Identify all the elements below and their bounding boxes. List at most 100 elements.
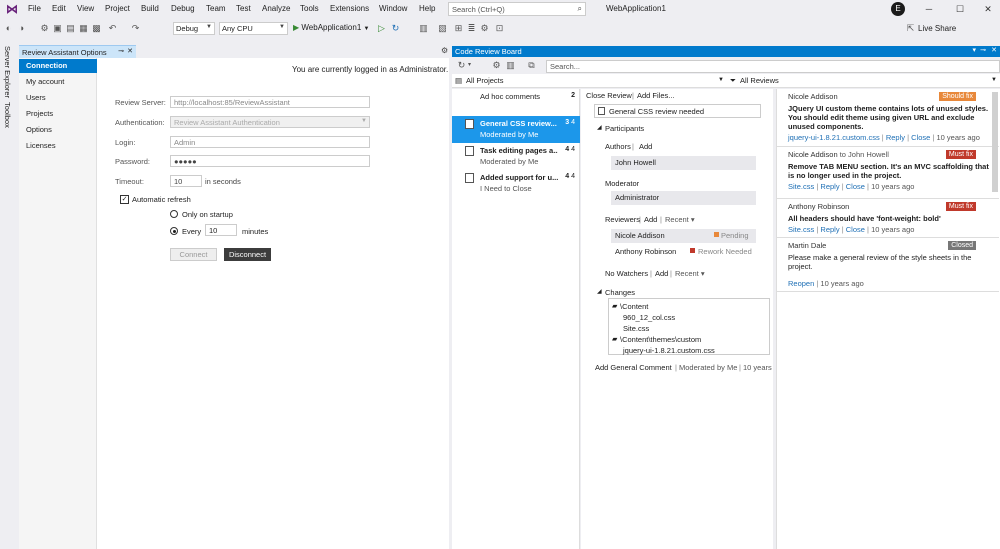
- pin-icon[interactable]: ⊸: [118, 47, 124, 55]
- change-file[interactable]: jquery-ui-1.8.21.custom.css: [623, 346, 715, 355]
- nav-options[interactable]: Options: [19, 123, 97, 137]
- layout-icon[interactable]: ⊞: [453, 23, 464, 34]
- add-files-link[interactable]: Add Files...: [637, 91, 675, 100]
- menu-edit[interactable]: Edit: [52, 4, 66, 13]
- login-input[interactable]: Admin: [170, 136, 370, 148]
- pin-icon[interactable]: ⊸: [980, 46, 986, 54]
- change-folder[interactable]: \Content: [620, 302, 648, 311]
- add-general-comment-link[interactable]: Add General Comment: [595, 363, 672, 372]
- change-file[interactable]: Site.css: [623, 324, 649, 333]
- review-gear-icon[interactable]: ⚙: [479, 23, 490, 34]
- menu-analyze[interactable]: Analyze: [262, 4, 290, 13]
- menu-window[interactable]: Window: [379, 4, 407, 13]
- search-input[interactable]: Search (Ctrl+Q) ⌕: [448, 2, 586, 16]
- list-item[interactable]: General CSS review... Moderated by Me 3 …: [452, 116, 580, 143]
- close-icon[interactable]: ✕: [981, 2, 995, 16]
- collapse-icon[interactable]: ◢: [597, 124, 602, 131]
- chevron-down-icon[interactable]: ▾: [464, 60, 475, 71]
- live-share-icon[interactable]: ⇱: [905, 23, 916, 34]
- recent-reviewers-dropdown[interactable]: Recent ▾: [665, 215, 695, 224]
- menu-test[interactable]: Test: [236, 4, 251, 13]
- copy-icon[interactable]: ⧉: [526, 60, 537, 71]
- menu-debug[interactable]: Debug: [171, 4, 195, 13]
- disconnect-button[interactable]: Disconnect: [224, 248, 271, 261]
- refresh-icon[interactable]: ↻: [390, 23, 401, 34]
- nav-connection[interactable]: Connection: [19, 59, 97, 73]
- menu-team[interactable]: Team: [206, 4, 226, 13]
- new-item-icon[interactable]: ▣: [52, 23, 63, 34]
- review-server-input[interactable]: http://localhost:85/ReviewAssistant: [170, 96, 370, 108]
- timeout-input[interactable]: 10: [170, 175, 202, 187]
- forward-icon[interactable]: ◑: [16, 23, 27, 34]
- grid-icon[interactable]: ⊡: [494, 23, 505, 34]
- every-minutes-input[interactable]: 10: [205, 224, 237, 236]
- reviews-filter[interactable]: All Reviews: [740, 76, 779, 85]
- reopen-link[interactable]: Reopen: [788, 279, 814, 288]
- menu-tools[interactable]: Tools: [300, 4, 319, 13]
- maximize-icon[interactable]: ☐: [953, 2, 967, 16]
- auto-refresh-checkbox[interactable]: ✓: [120, 195, 129, 204]
- browser-icon[interactable]: ▥: [418, 23, 429, 34]
- chevron-down-icon[interactable]: ▼: [718, 77, 724, 83]
- comment-file-link[interactable]: Site.css: [788, 182, 814, 191]
- close-review-link[interactable]: Close Review: [586, 91, 632, 100]
- save-icon[interactable]: ▦: [78, 23, 89, 34]
- list-item[interactable]: Task editing pages a... Moderated by Me …: [452, 143, 580, 170]
- close-tab-icon[interactable]: ✕: [127, 47, 133, 55]
- settings-icon[interactable]: ⚙: [491, 60, 502, 71]
- authentication-select[interactable]: Review Assistant Authentication ▼: [170, 116, 370, 128]
- nav-users[interactable]: Users: [19, 91, 97, 105]
- start-without-debug-icon[interactable]: ▷: [376, 23, 387, 34]
- menu-help[interactable]: Help: [419, 4, 435, 13]
- add-reviewer-link[interactable]: Add: [644, 215, 657, 224]
- close-comment-link[interactable]: Close: [846, 225, 865, 234]
- list-item[interactable]: Ad hoc comments 2: [452, 89, 580, 116]
- undo-icon[interactable]: ↶: [107, 23, 118, 34]
- collapse-icon[interactable]: ◢: [597, 288, 602, 295]
- comment-file-link[interactable]: Site.css: [788, 225, 814, 234]
- menu-build[interactable]: Build: [141, 4, 159, 13]
- close-comment-link[interactable]: Close: [846, 182, 865, 191]
- nav-licenses[interactable]: Licenses: [19, 139, 97, 153]
- reply-link[interactable]: Reply: [886, 133, 905, 142]
- save-all-icon[interactable]: ▩: [91, 23, 102, 34]
- config-dropdown[interactable]: Debug ▼: [173, 22, 215, 35]
- password-input[interactable]: ●●●●●: [170, 155, 370, 167]
- change-file[interactable]: 960_12_col.css: [623, 313, 675, 322]
- server-explorer-tab[interactable]: Server Explorer: [3, 46, 12, 98]
- chevron-down-icon[interactable]: ▼: [991, 77, 997, 83]
- connect-button[interactable]: Connect: [170, 248, 217, 261]
- every-radio[interactable]: [170, 227, 178, 235]
- close-icon[interactable]: ✕: [991, 46, 997, 54]
- open-icon[interactable]: ▤: [65, 23, 76, 34]
- review-title-input[interactable]: General CSS review needed: [594, 104, 761, 118]
- add-author-link[interactable]: Add: [639, 142, 652, 151]
- projects-filter[interactable]: All Projects: [466, 76, 504, 85]
- reply-link[interactable]: Reply: [820, 182, 839, 191]
- menu-project[interactable]: Project: [105, 4, 130, 13]
- redo-icon[interactable]: ↷: [130, 23, 141, 34]
- menu-file[interactable]: File: [28, 4, 41, 13]
- list-item[interactable]: Added support for u... I Need to Close 4…: [452, 170, 580, 197]
- platform-dropdown[interactable]: Any CPU ▼: [219, 22, 288, 35]
- gear-icon[interactable]: ⚙: [441, 46, 448, 55]
- add-watcher-link[interactable]: Add: [655, 269, 668, 278]
- config-icon[interactable]: ⚙: [39, 23, 50, 34]
- comment-file-link[interactable]: jquery-ui-1.8.21.custom.css: [788, 133, 880, 142]
- toolbox-tab[interactable]: Toolbox: [3, 102, 12, 128]
- avatar[interactable]: E: [891, 2, 905, 16]
- scrollbar[interactable]: [992, 92, 998, 192]
- list-icon[interactable]: ≣: [466, 23, 477, 34]
- recent-watchers-dropdown[interactable]: Recent ▾: [675, 269, 705, 278]
- review-search-input[interactable]: Search...: [546, 60, 1000, 73]
- menu-extensions[interactable]: Extensions: [330, 4, 369, 13]
- close-comment-link[interactable]: Close: [911, 133, 930, 142]
- nav-projects[interactable]: Projects: [19, 107, 97, 121]
- run-button[interactable]: ▶ WebApplication1 ▼: [293, 23, 369, 32]
- menu-view[interactable]: View: [77, 4, 94, 13]
- nav-my-account[interactable]: My account: [19, 75, 97, 89]
- reply-link[interactable]: Reply: [820, 225, 839, 234]
- minimize-icon[interactable]: ─: [922, 2, 936, 16]
- columns-icon[interactable]: ▥: [505, 60, 516, 71]
- only-startup-radio[interactable]: [170, 210, 178, 218]
